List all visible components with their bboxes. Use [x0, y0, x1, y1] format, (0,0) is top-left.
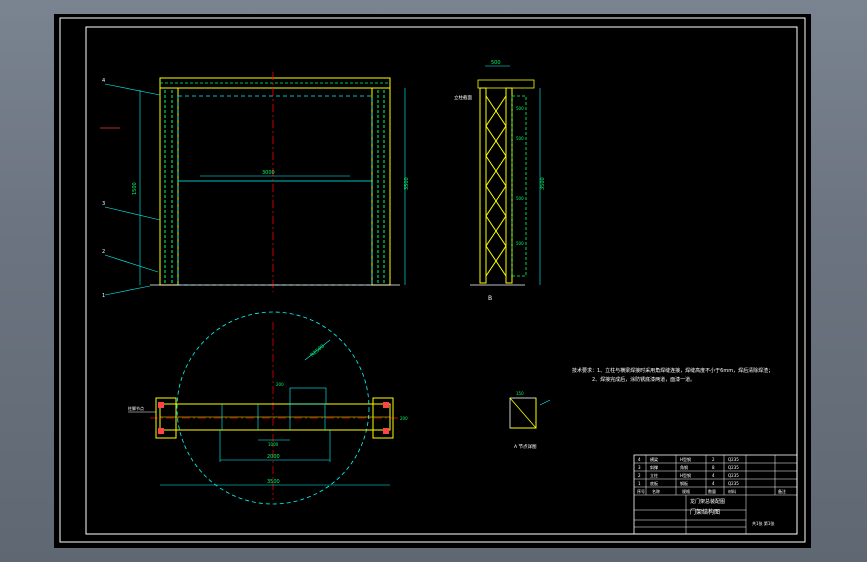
plan-dim-center: 1000 — [268, 442, 279, 447]
side-top-dim: 500 — [491, 60, 501, 66]
bom-row-2-qty: 8 — [712, 465, 715, 470]
side-left-label: 立柱截面 — [454, 94, 472, 101]
bom-row-2-no: 3 — [638, 465, 641, 470]
title-block: 4 横梁 H型钢 2 Q235 3 斜撑 角钢 8 Q235 2 立柱 H型钢 … — [633, 454, 798, 535]
notes-line-2: 2、焊接完成后，涂防锈底漆两道，面漆一道。 — [592, 376, 695, 383]
detail-view: 150 A 节点详图 — [509, 391, 551, 450]
leader-label-1: 1 — [102, 293, 105, 299]
side-panel-dim-1: 500 — [516, 106, 524, 111]
bom-row-2-name: 斜撑 — [650, 464, 658, 470]
leader-label-3: 3 — [102, 201, 105, 207]
bom-row-3-qty: 4 — [712, 473, 715, 478]
bom-header-spec: 规格 — [682, 488, 690, 494]
technical-notes: 技术要求：1、立柱与横梁焊接时采用角焊缝连接，焊缝高度不小于6mm，焊后清除焊渣… — [572, 367, 773, 383]
plan-dim-top: 200 — [276, 382, 284, 387]
bom-row-4-no: 1 — [638, 481, 641, 486]
side-panel-dim-4: 500 — [516, 241, 524, 246]
bom-row-1-mat: Q235 — [728, 457, 739, 462]
bom-row-4-mat: Q235 — [728, 481, 739, 486]
plan-left-label: 柱脚节点 — [128, 405, 144, 411]
plan-view: 2000 3500 1000 200 200 R2500 柱脚节点 — [128, 311, 408, 505]
leader-label-2: 2 — [102, 249, 105, 255]
project-name: 龙门架总装配图 — [690, 498, 725, 505]
side-caption: B — [488, 295, 492, 302]
plan-dim-side: 200 — [400, 416, 408, 421]
bom-row-4-qty: 4 — [712, 481, 715, 486]
bom-row-4-spec: 钢板 — [680, 480, 688, 486]
bom-header-mat: 材料 — [728, 488, 736, 494]
side-view: 500 立柱截面 500 500 500 500 3500 B — [454, 60, 546, 302]
bom-row-3-name: 立柱 — [650, 472, 658, 478]
right-column — [371, 87, 391, 286]
bom-header-note: 备注 — [778, 488, 786, 494]
bom-header-name: 名称 — [652, 488, 660, 494]
drawing-title: 门架结构图 — [690, 508, 720, 516]
side-height-dim: 3500 — [540, 177, 546, 190]
notes-line-1: 技术要求：1、立柱与横梁焊接时采用角焊缝连接，焊缝高度不小于6mm，焊后清除焊渣… — [572, 367, 773, 374]
bom-row-2-spec: 角钢 — [680, 464, 688, 470]
bom-header-no: 序号 — [637, 488, 645, 494]
bom-row-4-name: 底板 — [650, 480, 658, 486]
bom-row-1-spec: H型钢 — [680, 456, 691, 462]
cad-drawing: 3000 3500 1500 4 3 2 1 500 立柱截面 500 500 … — [59, 17, 806, 543]
opening-outline — [177, 95, 373, 286]
detail-caption: A 节点详图 — [514, 443, 537, 450]
bom-row-1-name: 横梁 — [650, 456, 658, 462]
bom-header-qty: 数量 — [708, 488, 716, 494]
bom-row-3-spec: H型钢 — [680, 472, 691, 478]
plan-radius: R2500 — [309, 344, 325, 359]
plan-dim-inner: 2000 — [267, 454, 280, 460]
front-left-dim: 1500 — [132, 182, 138, 195]
left-column — [159, 87, 179, 286]
side-panel-dim-2: 500 — [516, 136, 524, 141]
bom-row-3-no: 2 — [638, 473, 641, 478]
bom-row-3-mat: Q235 — [728, 473, 739, 478]
front-width-dim: 3000 — [262, 170, 275, 176]
bom-row-1-qty: 2 — [712, 457, 715, 462]
leader-label-4: 4 — [102, 78, 105, 84]
detail-top-dim: 150 — [516, 391, 524, 396]
bom-row-2-mat: Q235 — [728, 465, 739, 470]
plan-dim-total: 3500 — [267, 479, 280, 485]
bom-row-1-no: 4 — [638, 457, 641, 462]
front-view: 3000 3500 1500 4 3 2 1 — [100, 72, 410, 299]
front-height-dim: 3500 — [404, 177, 410, 190]
side-panel-dim-3: 500 — [516, 196, 524, 201]
sheet-number: 共1张 第1张 — [752, 520, 774, 526]
